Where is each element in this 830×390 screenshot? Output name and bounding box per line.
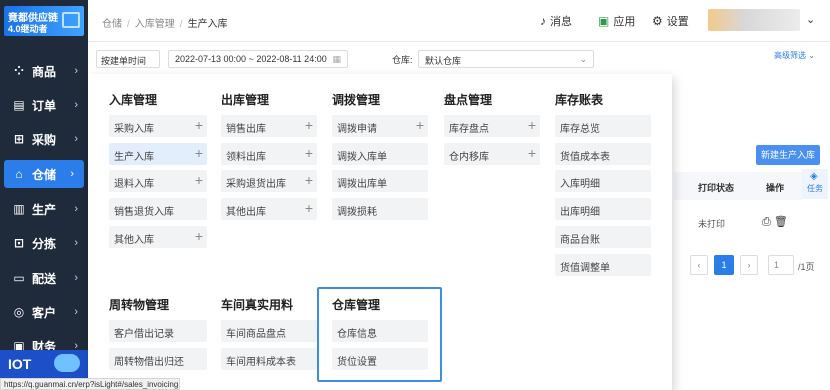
- column-operations: 操作: [766, 183, 785, 193]
- breadcrumb-root[interactable]: 仓储: [102, 19, 122, 30]
- menu-item-inbound-detail[interactable]: 入库明细: [555, 170, 651, 192]
- sidebar-item-orders[interactable]: ▤ 订单 ›: [0, 91, 88, 119]
- layers-icon: ◈: [810, 171, 818, 182]
- menu-heading-stocktake: 盘点管理: [444, 93, 493, 107]
- cloud-icon: [54, 354, 80, 372]
- avatar[interactable]: [708, 9, 800, 31]
- sidebar-item-purchase[interactable]: ⊞ 采购 ›: [0, 125, 88, 153]
- menu-item-value-adjustment[interactable]: 货值调整单: [555, 254, 651, 276]
- plus-icon[interactable]: +: [195, 145, 203, 161]
- row-actions[interactable]: ⎙ 🗑: [762, 215, 788, 229]
- plus-icon[interactable]: +: [305, 117, 313, 133]
- menu-item-transfer-request[interactable]: 调拨申请 +: [332, 115, 428, 137]
- plus-icon[interactable]: +: [195, 117, 203, 133]
- chevron-down-icon[interactable]: ⌄: [806, 13, 815, 26]
- sidebar-item-customers[interactable]: ◎ 客户 ›: [0, 298, 88, 326]
- plus-icon[interactable]: +: [416, 117, 424, 133]
- calendar-icon: ▦: [332, 54, 341, 64]
- warehouse-label: 仓库:: [392, 55, 413, 65]
- top-bar: 仓储 / 入库管理 / 生产入库 ♪ 消息 ▣ 应用 ⚙ 设置 ⌄: [88, 0, 830, 42]
- menu-item-outbound-detail[interactable]: 出库明细: [555, 198, 651, 220]
- status-url: https://q.guanmai.cn/erp?isLight#/sales_…: [0, 378, 180, 390]
- monitor-icon: [62, 12, 80, 28]
- cell-print-status: 未打印: [698, 219, 726, 229]
- factory-icon: ▥: [13, 202, 25, 216]
- warehouse-select[interactable]: 默认仓库 ⌄: [418, 50, 594, 68]
- menu-heading-transfer: 调拨管理: [332, 93, 381, 107]
- menu-item-customer-lend-records[interactable]: 客户借出记录: [109, 320, 207, 342]
- menu-item-other-outbound[interactable]: 其他出库 +: [221, 198, 317, 220]
- plus-icon[interactable]: +: [528, 117, 536, 133]
- plus-icon[interactable]: +: [305, 145, 313, 161]
- gear-icon: ⚙: [652, 14, 663, 28]
- new-production-inbound-button[interactable]: 新建生产入库: [756, 145, 820, 165]
- menu-item-workshop-count[interactable]: 车间商品盘点: [221, 320, 317, 342]
- plus-icon[interactable]: +: [195, 172, 203, 188]
- menu-item-other-inbound[interactable]: 其他入库 +: [109, 226, 207, 248]
- messages-button[interactable]: ♪ 消息: [540, 13, 572, 29]
- chevron-down-icon: ⌄: [579, 54, 587, 64]
- highlight-box: [317, 287, 442, 382]
- menu-item-product-ledger[interactable]: 商品台账: [555, 226, 651, 248]
- time-type-select[interactable]: 按建单时间: [96, 50, 160, 68]
- menu-heading-inbound: 入库管理: [109, 93, 158, 107]
- page-jump-input[interactable]: 1: [768, 255, 794, 275]
- menu-item-sales-outbound[interactable]: 销售出库 +: [221, 115, 317, 137]
- cart-icon: ⊞: [13, 132, 25, 146]
- menu-item-requisition-outbound[interactable]: 领料出库 +: [221, 143, 317, 165]
- menu-item-stock-overview[interactable]: 库存总览: [555, 115, 651, 137]
- prev-page-button[interactable]: ‹: [690, 255, 708, 275]
- clipboard-icon: ▤: [13, 98, 25, 112]
- iot-banner[interactable]: IOT: [0, 350, 88, 378]
- breadcrumb: 仓储 / 入库管理 / 生产入库: [102, 19, 228, 30]
- menu-item-turnover-lend-return[interactable]: 周转物借出归还: [109, 348, 207, 370]
- menu-item-return-material-inbound[interactable]: 退料入库 +: [109, 170, 207, 192]
- sidebar: 竟都供应链 4.0继动者 ⁘ 商品 › ▤ 订单 › ⊞ 采购 › ⌂ 仓储 › ▥ 生产 › ⊡ 分…: [0, 0, 88, 390]
- menu-heading-workshop: 车间真实用料: [221, 298, 294, 312]
- apps-button[interactable]: ▣ 应用: [598, 13, 635, 29]
- sidebar-item-production[interactable]: ▥ 生产 ›: [0, 195, 88, 223]
- menu-heading-ledger: 库存账表: [555, 93, 604, 107]
- next-page-button[interactable]: ›: [740, 255, 758, 275]
- menu-item-purchase-inbound[interactable]: 采购入库 +: [109, 115, 207, 137]
- menu-item-purchase-return-outbound[interactable]: 采购退货出库 +: [221, 170, 317, 192]
- menu-item-transfer-inbound[interactable]: 调拨入库单: [332, 143, 428, 165]
- advanced-filter-link[interactable]: 高级筛选 ⌄: [774, 50, 815, 61]
- grid-icon: ⁘: [13, 64, 25, 78]
- task-button[interactable]: ◈ 任务: [802, 169, 828, 199]
- menu-item-transfer-outbound[interactable]: 调拨出库单: [332, 170, 428, 192]
- app-icon: ▣: [598, 14, 610, 28]
- sidebar-item-sorting[interactable]: ⊡ 分拣 ›: [0, 229, 88, 257]
- brand-logo[interactable]: 竟都供应链 4.0继动者: [4, 6, 84, 36]
- menu-item-production-inbound[interactable]: 生产入库 +: [109, 143, 207, 165]
- date-range-input[interactable]: 2022-07-13 00:00 ~ 2022-08-11 24:00 ▦: [168, 50, 348, 68]
- page-1-button[interactable]: 1: [714, 255, 734, 275]
- menu-item-transfer-loss[interactable]: 调拨损耗: [332, 198, 428, 220]
- sidebar-item-storage[interactable]: ⌂ 仓储 ›: [4, 160, 84, 188]
- plus-icon[interactable]: +: [528, 145, 536, 161]
- page-total: /1页: [798, 262, 815, 272]
- breadcrumb-mid[interactable]: 入库管理: [135, 19, 175, 30]
- column-print-status: 打印状态: [698, 183, 735, 193]
- menu-item-workshop-cost[interactable]: 车间用料成本表: [221, 348, 317, 370]
- user-icon: ◎: [13, 305, 25, 319]
- plus-icon[interactable]: +: [305, 200, 313, 216]
- sidebar-item-delivery[interactable]: ▭ 配送 ›: [0, 264, 88, 292]
- sidebar-item-goods[interactable]: ⁘ 商品 ›: [0, 57, 88, 85]
- menu-item-sales-return-inbound[interactable]: 销售退货入库: [109, 198, 207, 220]
- menu-item-value-cost-report[interactable]: 货值成本表: [555, 143, 651, 165]
- breadcrumb-current: 生产入库: [187, 19, 228, 30]
- bell-icon: ♪: [540, 14, 546, 28]
- truck-icon: ▭: [13, 271, 25, 285]
- settings-button[interactable]: ⚙ 设置: [652, 13, 689, 29]
- filter-bar: 按建单时间 2022-07-13 00:00 ~ 2022-08-11 24:0…: [88, 42, 830, 74]
- plus-icon[interactable]: +: [305, 172, 313, 188]
- sort-icon: ⊡: [13, 236, 25, 250]
- menu-heading-turnover: 周转物管理: [109, 298, 170, 312]
- menu-heading-outbound: 出库管理: [221, 93, 270, 107]
- warehouse-icon: ⌂: [15, 167, 23, 181]
- menu-item-in-warehouse-move[interactable]: 仓内移库 +: [444, 143, 540, 165]
- plus-icon[interactable]: +: [195, 228, 203, 244]
- menu-item-inventory-count[interactable]: 库存盘点 +: [444, 115, 540, 137]
